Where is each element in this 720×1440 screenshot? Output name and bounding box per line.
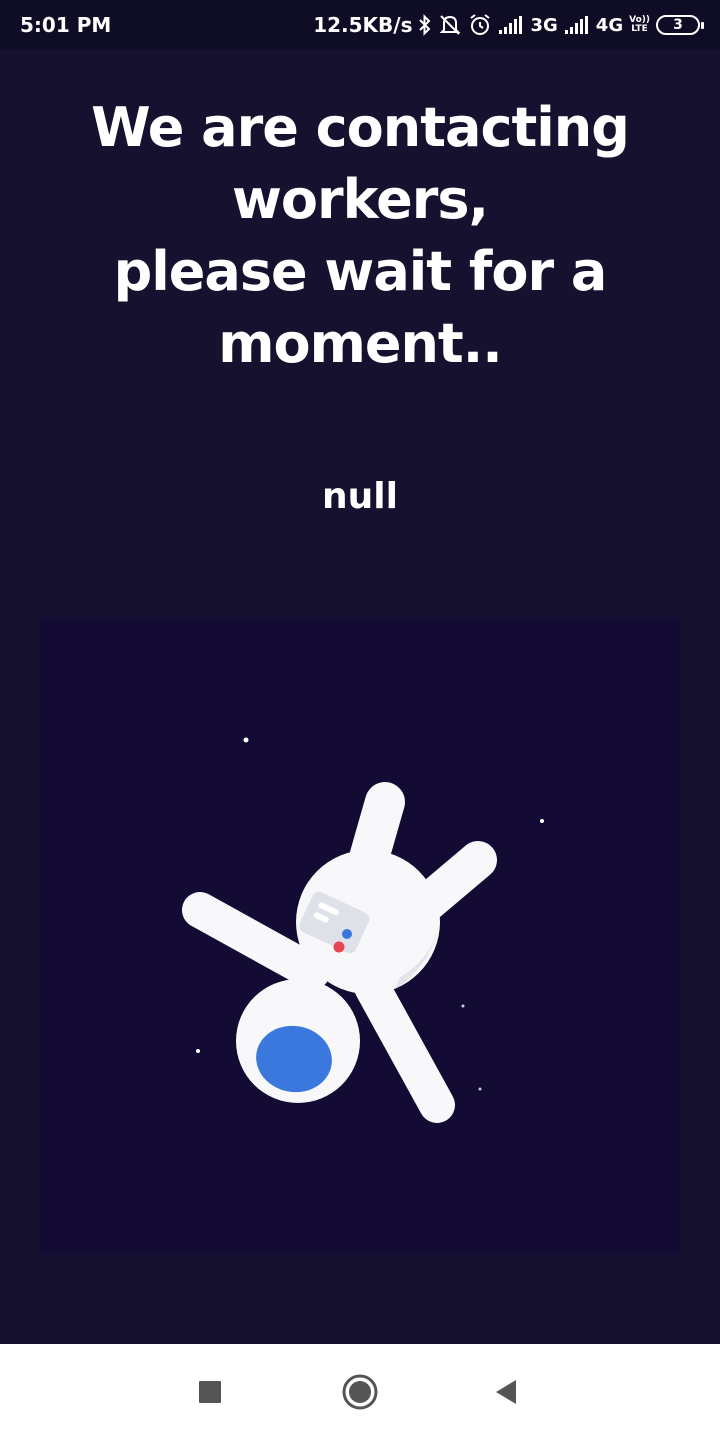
status-icons: 12.5KB/s 3G 4G Vo)) LTE 3 [313,13,704,37]
back-triangle-icon [496,1380,516,1404]
back-button[interactable] [482,1368,530,1416]
home-circle-icon [342,1374,378,1410]
astronaut-arm [182,892,330,990]
astronaut-leg [354,969,455,1123]
navigation-bar [0,1344,720,1440]
battery-icon: 3 [656,15,704,35]
recents-button[interactable] [186,1368,234,1416]
status-time: 5:01 PM [20,13,112,37]
headline-line: please wait for a [113,240,608,303]
star [540,819,544,823]
alarm-icon [468,13,492,37]
chest-button-blue [342,929,352,939]
battery-level: 3 [673,17,683,33]
volte-bottom: LTE [631,24,648,34]
star [461,1004,465,1008]
network-type-1: 3G [530,14,558,36]
home-button[interactable] [336,1368,384,1416]
star [243,737,249,743]
signal-icon [564,15,590,35]
network-type-2: 4G [595,14,624,36]
signal-icon [498,15,524,35]
recents-square-icon [199,1381,221,1403]
network-speed: 12.5KB/s [313,13,413,37]
page-title: We are contacting workers, please wait f… [60,92,660,380]
star [196,1049,200,1053]
headline-line: We are contacting [91,96,630,159]
chest-button-red [333,941,345,953]
mute-icon [438,14,462,36]
star [478,1087,482,1091]
astronaut-icon [182,737,544,1123]
status-bar: 5:01 PM 12.5KB/s 3G 4G Vo)) LTE 3 [0,0,720,50]
headline-line: workers, [232,168,489,231]
status-value: null [322,476,398,517]
volte-indicator: Vo)) LTE [629,16,650,34]
headline-line: moment.. [218,312,503,375]
bluetooth-icon [418,14,432,36]
astronaut-illustration [40,617,680,1255]
